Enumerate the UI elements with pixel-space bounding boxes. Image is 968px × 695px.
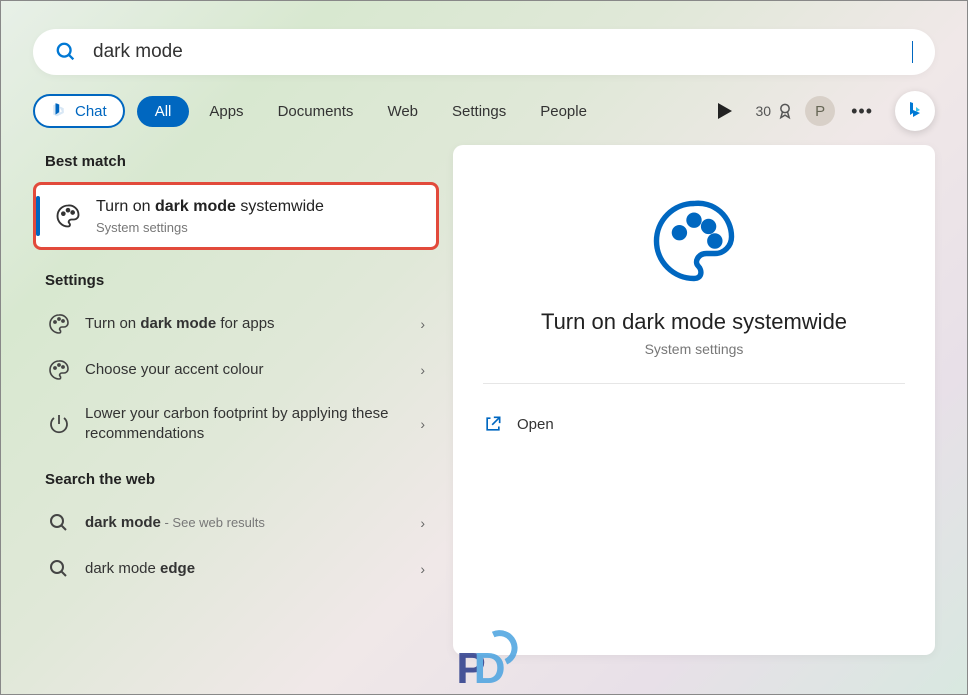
divider	[483, 383, 905, 384]
section-search-web: Search the web	[45, 471, 439, 488]
avatar[interactable]: P	[805, 96, 835, 126]
tab-apps[interactable]: Apps	[195, 96, 257, 127]
palette-icon	[54, 202, 82, 230]
bm-pre: Turn on	[96, 198, 155, 215]
play-icon[interactable]	[718, 103, 732, 119]
open-icon	[483, 414, 503, 434]
main-area: Best match Turn on dark mode systemwide …	[1, 145, 967, 655]
text-cursor	[912, 41, 913, 63]
open-action[interactable]: Open	[483, 406, 905, 442]
chevron-right-icon: ›	[420, 362, 425, 378]
tab-settings[interactable]: Settings	[438, 96, 520, 127]
tabs-right: 30 P •••	[704, 91, 935, 131]
points-value: 30	[756, 103, 772, 119]
tabs-row: Chat All Apps Documents Web Settings Peo…	[33, 91, 935, 131]
search-bar[interactable]: dark mode	[33, 29, 935, 75]
bm-post: systemwide	[236, 198, 324, 215]
palette-icon	[644, 191, 744, 291]
more-icon[interactable]: •••	[845, 97, 879, 126]
chevron-right-icon: ›	[420, 515, 425, 531]
detail-panel: Turn on dark mode systemwide System sett…	[453, 145, 935, 655]
bm-bold: dark mode	[155, 198, 236, 215]
tab-all-label: All	[155, 103, 172, 120]
detail-title: Turn on dark mode systemwide	[541, 309, 847, 335]
search-icon	[55, 41, 77, 63]
bm-subtitle: System settings	[96, 220, 324, 235]
section-best-match: Best match	[45, 153, 439, 170]
palette-icon	[47, 312, 71, 336]
tab-chat[interactable]: Chat	[33, 94, 125, 128]
results-column: Best match Turn on dark mode systemwide …	[33, 145, 453, 655]
settings-result-dark-mode-apps[interactable]: Turn on dark mode for apps ›	[33, 301, 439, 347]
settings-result-carbon-footprint[interactable]: Lower your carbon footprint by applying …	[33, 393, 439, 456]
open-label: Open	[517, 416, 554, 433]
search-icon	[47, 557, 71, 581]
chevron-right-icon: ›	[420, 316, 425, 332]
avatar-initial: P	[815, 103, 825, 120]
bing-icon	[51, 102, 69, 120]
tab-people[interactable]: People	[526, 96, 601, 127]
best-match-text: Turn on dark mode systemwide System sett…	[96, 197, 324, 235]
detail-subtitle: System settings	[645, 341, 744, 357]
section-settings: Settings	[45, 272, 439, 289]
power-icon	[47, 412, 71, 436]
tab-chat-label: Chat	[75, 103, 107, 120]
tab-all[interactable]: All	[137, 96, 190, 127]
search-icon	[47, 511, 71, 535]
bing-chat-fab[interactable]	[895, 91, 935, 131]
bing-icon	[903, 99, 927, 123]
web-result-dark-mode[interactable]: dark mode - See web results ›	[33, 500, 439, 546]
settings-result-accent-colour[interactable]: Choose your accent colour ›	[33, 347, 439, 393]
rewards-points[interactable]: 30	[756, 101, 796, 121]
web-result-dark-mode-edge[interactable]: dark mode edge ›	[33, 546, 439, 592]
chevron-right-icon: ›	[420, 416, 425, 432]
tab-documents[interactable]: Documents	[264, 96, 368, 127]
search-input-text[interactable]: dark mode	[93, 41, 914, 63]
best-match-result[interactable]: Turn on dark mode systemwide System sett…	[33, 182, 439, 250]
chevron-right-icon: ›	[420, 561, 425, 577]
tab-web[interactable]: Web	[373, 96, 432, 127]
medal-icon	[775, 101, 795, 121]
palette-icon	[47, 358, 71, 382]
